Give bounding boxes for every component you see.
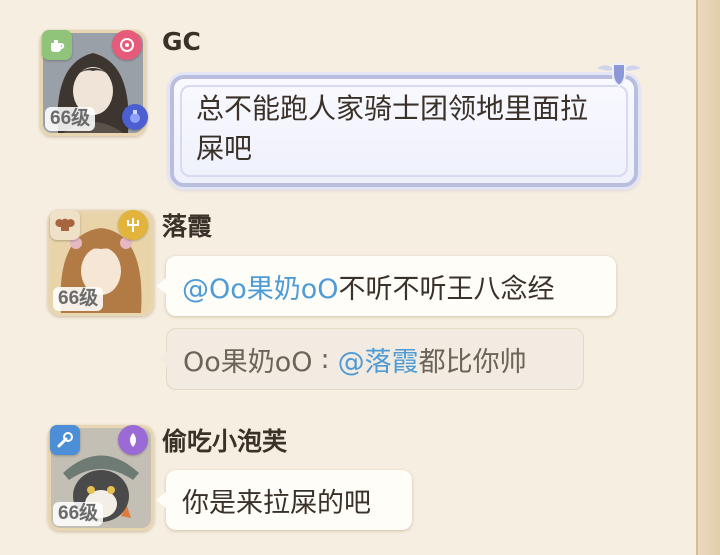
reply-separator: : <box>320 343 330 375</box>
gold-trident-icon <box>118 210 148 240</box>
message-bubble[interactable]: 你是来拉屎的吧 <box>156 470 412 530</box>
wrench-icon <box>50 425 80 455</box>
quoted-reply[interactable]: Oo果奶oO: @落霞 都比你帅 <box>158 328 584 390</box>
sender-name: 偷吃小泡芙 <box>162 427 288 456</box>
level-badge: 66级 <box>45 107 96 131</box>
panel-edge <box>696 0 720 555</box>
blue-potion-icon <box>122 104 148 130</box>
level-badge: 66级 <box>53 502 104 526</box>
sender-name: GC <box>162 27 201 56</box>
bubble-tail <box>156 278 166 294</box>
mention-link[interactable]: @落霞 <box>338 340 419 379</box>
bubble-tail <box>156 492 166 508</box>
message-text: 不听不听王八念经 <box>338 273 555 305</box>
pink-gem-icon <box>112 30 142 60</box>
mention-link[interactable]: @Oo果奶oO <box>182 267 339 306</box>
message-text: 总不能跑人家骑士团领地里面拉屎吧 <box>196 92 589 165</box>
sender-name: 落霞 <box>162 212 213 241</box>
reply-text: 都比你帅 <box>418 346 527 378</box>
chef-hat-icon <box>50 210 80 240</box>
reply-author: Oo果奶oO <box>183 346 313 378</box>
winged-shield-icon <box>595 60 643 94</box>
message-bubble[interactable]: @Oo果奶oO 不听不听王八念经 <box>156 256 616 316</box>
message-bubble-special[interactable]: 总不能跑人家骑士团领地里面拉屎吧 <box>170 75 638 187</box>
reply-tail <box>158 351 167 367</box>
level-badge: 66级 <box>53 287 104 311</box>
teapot-icon <box>42 30 72 60</box>
purple-orb-icon <box>118 425 148 455</box>
message-text: 你是来拉屎的吧 <box>182 487 371 519</box>
